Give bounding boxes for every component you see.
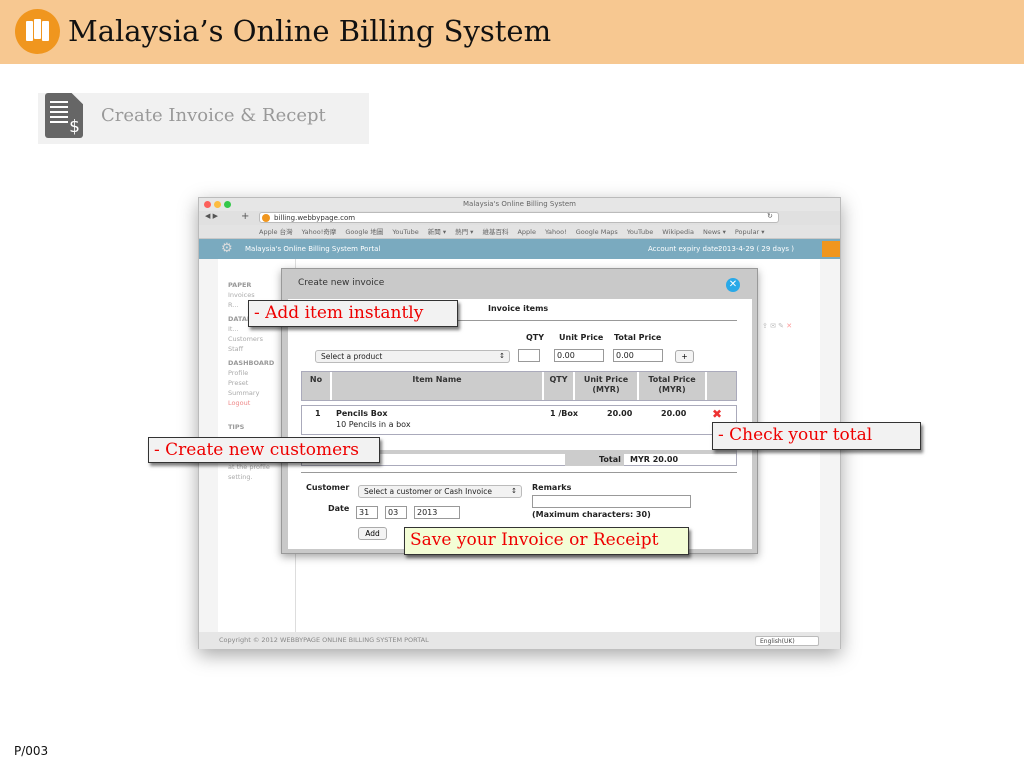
back-forward-icon[interactable]: ◀ ▶ [205, 212, 218, 220]
remarks-hint: (Maximum characters: 30) [532, 510, 651, 519]
bookmark[interactable]: Yahoo! [545, 228, 567, 236]
book-logo-icon [15, 9, 60, 54]
delete-row-icon[interactable]: ✖ [712, 407, 722, 421]
row-actions-icon[interactable]: ⇪ ✉ ✎ ✕ [762, 322, 792, 330]
callout-save-invoice: Save your Invoice or Receipt [404, 527, 689, 555]
language-select[interactable]: English(UK) [755, 636, 819, 646]
column-header: Unit Price (MYR) [575, 372, 639, 400]
section-title: Create Invoice & Recept [101, 105, 326, 126]
items-table-header: No Item Name QTY Unit Price (MYR) Total … [301, 371, 737, 401]
item-total-price: 20.00 [661, 409, 687, 418]
bookmarks-bar: Apple 台灣 Yahoo!奇摩 Google 地圖 YouTube 新聞 ▾ 熱門 ▾… [199, 225, 840, 239]
date-day-input[interactable]: 31 [356, 506, 378, 519]
slide-title: Malaysia’s Online Billing System [68, 14, 552, 48]
item-unit-price: 20.00 [607, 409, 633, 418]
bookmark[interactable]: News ▾ [703, 228, 726, 236]
add-invoice-button[interactable]: Add [358, 527, 387, 540]
close-icon[interactable]: ✕ [726, 278, 740, 292]
callout-create-customers: - Create new customers [148, 437, 380, 463]
bookmark[interactable]: Apple [517, 228, 536, 236]
qty-input[interactable] [518, 349, 540, 362]
invoice-items-heading: Invoice items [488, 304, 549, 313]
bookmark[interactable]: Google 地圖 [345, 228, 383, 236]
window-title: Malaysia's Online Billing System [463, 200, 576, 208]
tips-text: at the profile setting. [228, 463, 270, 481]
browser-toolbar: ◀ ▶ + billing.webbypage.com ↻ [199, 211, 840, 225]
date-label: Date [328, 504, 350, 513]
gear-icon[interactable]: ⚙ [221, 239, 233, 259]
customer-label: Customer [306, 483, 350, 492]
table-row: 1 Pencils Box 10 Pencils in a box 1 /Box… [301, 405, 737, 435]
bookmark[interactable]: YouTube [392, 228, 418, 236]
remarks-label: Remarks [532, 483, 572, 492]
portal-title: Malaysia's Online Billing System Portal [245, 245, 381, 253]
address-bar[interactable]: billing.webbypage.com [259, 212, 779, 223]
bookmark[interactable]: 維基百科 [482, 228, 508, 236]
brand-badge-icon [822, 241, 840, 257]
bookmark[interactable]: 熱門 ▾ [455, 228, 473, 236]
qty-label: QTY [526, 333, 545, 342]
callout-check-total: - Check your total [712, 422, 921, 450]
window-titlebar: Malaysia's Online Billing System [199, 198, 840, 211]
column-header: Total Price (MYR) [639, 372, 707, 400]
maximize-window-icon[interactable] [224, 201, 231, 208]
total-value: MYR 20.00 [630, 455, 679, 464]
expiry-value: 2013-4-29 ( 29 days ) [718, 245, 795, 253]
close-window-icon[interactable] [204, 201, 211, 208]
unit-price-input[interactable]: 0.00 [554, 349, 604, 362]
modal-body: Invoice items QTY Unit Price Total Price… [288, 299, 752, 549]
column-header: Item Name [332, 372, 544, 400]
add-item-button[interactable]: + [675, 350, 694, 363]
item-description: 10 Pencils in a box [336, 420, 411, 429]
total-price-input[interactable]: 0.00 [613, 349, 663, 362]
portal-header: ⚙ Malaysia's Online Billing System Porta… [199, 239, 840, 259]
bookmark[interactable]: Yahoo!奇摩 [302, 228, 337, 236]
expiry-label: Account expiry date: [648, 245, 721, 253]
portal-footer: Copyright © 2012 WEBBYPAGE ONLINE BILLIN… [199, 632, 840, 649]
bookmark[interactable]: Google Maps [576, 228, 618, 236]
product-select[interactable]: Select a product [315, 350, 510, 363]
modal-title: Create new invoice [298, 278, 385, 288]
column-header: No [302, 372, 332, 400]
total-price-label: Total Price [614, 333, 662, 342]
new-tab-icon[interactable]: + [241, 211, 249, 222]
bookmark[interactable]: 新聞 ▾ [428, 228, 446, 236]
item-name: Pencils Box [336, 409, 388, 418]
date-month-input[interactable]: 03 [385, 506, 407, 519]
item-qty: 1 /Box [550, 409, 579, 418]
page-number: P/003 [14, 744, 49, 758]
reload-icon[interactable]: ↻ [767, 212, 773, 220]
bookmark[interactable]: Apple 台灣 [259, 228, 293, 236]
date-year-input[interactable]: 2013 [414, 506, 460, 519]
bookmark[interactable]: Wikipedia [662, 228, 694, 236]
bookmark[interactable]: Popular ▾ [735, 228, 765, 236]
copyright-text: Copyright © 2012 WEBBYPAGE ONLINE BILLIN… [219, 636, 429, 644]
invoice-document-icon: $ [45, 93, 83, 138]
row-no: 1 [315, 409, 321, 418]
remarks-input[interactable] [532, 495, 691, 508]
total-label: Total [599, 455, 621, 464]
bookmark[interactable]: YouTube [627, 228, 653, 236]
site-favicon-icon [262, 214, 270, 222]
column-header: QTY [544, 372, 575, 400]
minimize-window-icon[interactable] [214, 201, 221, 208]
unit-price-label: Unit Price [559, 333, 604, 342]
customer-select[interactable]: Select a customer or Cash Invoice [358, 485, 522, 498]
callout-add-item: - Add item instantly [248, 300, 458, 327]
